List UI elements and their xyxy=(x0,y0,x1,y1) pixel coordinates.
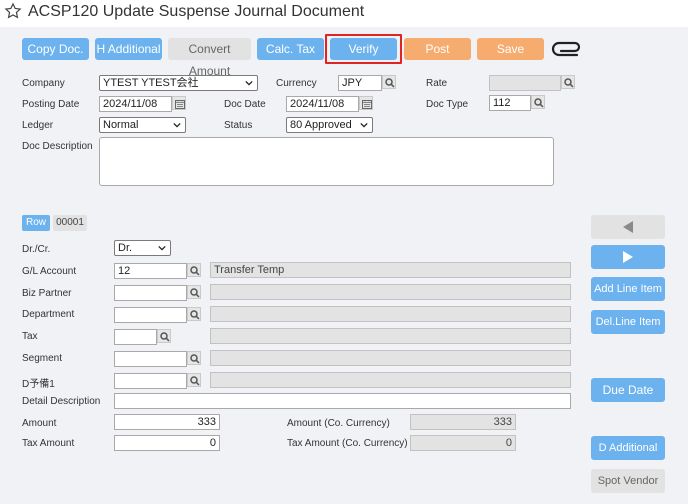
save-button[interactable]: Save xyxy=(477,38,544,60)
segment-search-button[interactable] xyxy=(187,351,201,365)
department-input[interactable] xyxy=(114,307,187,323)
biz-partner-label: Biz Partner xyxy=(22,288,72,299)
previous-line-button[interactable] xyxy=(591,215,665,239)
department-search-button[interactable] xyxy=(187,307,201,321)
tax-input[interactable] xyxy=(114,329,157,345)
search-icon xyxy=(534,98,544,108)
biz-partner-search-button[interactable] xyxy=(187,285,201,299)
calendar-icon xyxy=(362,100,372,109)
currency-search-button[interactable] xyxy=(382,75,396,89)
detail-description-input[interactable] xyxy=(114,393,571,409)
d-reserve-label: D予備1 xyxy=(22,379,55,390)
company-value: YTEST YTEST会社 xyxy=(103,77,199,89)
status-label: Status xyxy=(224,120,253,131)
amount-label: Amount xyxy=(22,418,57,429)
row-number: 00001 xyxy=(53,215,87,231)
chevron-down-icon xyxy=(245,80,253,86)
posting-date-input[interactable]: 2024/11/08 xyxy=(99,96,172,112)
doc-type-search-button[interactable] xyxy=(531,95,545,109)
amount-input[interactable]: 333 xyxy=(114,414,220,430)
drcr-label: Dr./Cr. xyxy=(22,244,51,255)
paperclip-icon[interactable] xyxy=(551,39,583,57)
tax-amount-input[interactable]: 0 xyxy=(114,435,220,451)
calendar-icon xyxy=(175,100,185,109)
d-reserve-name xyxy=(210,372,571,388)
gl-account-search-button[interactable] xyxy=(187,263,201,277)
ledger-value: Normal xyxy=(103,119,139,131)
biz-partner-input[interactable] xyxy=(114,285,187,301)
rate-input[interactable] xyxy=(489,75,561,91)
segment-label: Segment xyxy=(22,353,63,364)
tax-label: Tax xyxy=(22,331,38,342)
search-icon xyxy=(190,288,200,298)
biz-partner-name xyxy=(210,284,571,300)
ledger-label: Ledger xyxy=(22,120,54,131)
chevron-down-icon xyxy=(360,122,368,128)
doc-date-input[interactable]: 2024/11/08 xyxy=(286,96,359,112)
currency-input[interactable]: JPY xyxy=(338,75,382,91)
search-icon xyxy=(190,310,200,320)
due-date-button[interactable]: Due Date xyxy=(591,378,665,402)
verify-highlight xyxy=(325,34,402,64)
star-icon[interactable] xyxy=(4,2,22,20)
triangle-right-icon xyxy=(623,251,633,263)
doc-type-label: Doc Type xyxy=(426,99,469,110)
post-button[interactable]: Post xyxy=(404,38,471,60)
triangle-left-icon xyxy=(623,221,633,233)
tax-search-button[interactable] xyxy=(157,329,171,343)
gl-account-label: G/L Account xyxy=(22,266,77,277)
next-line-button[interactable] xyxy=(591,245,665,269)
search-icon xyxy=(190,354,200,364)
tax-amount-label: Tax Amount xyxy=(22,438,75,449)
segment-input[interactable] xyxy=(114,351,187,367)
chevron-down-icon xyxy=(173,122,181,128)
detail-description-label: Detail Description xyxy=(22,396,101,407)
amount-co-label: Amount (Co. Currency) xyxy=(287,418,390,429)
status-select[interactable]: 80 Approved xyxy=(286,117,373,133)
page-title: ACSP120 Update Suspense Journal Document xyxy=(28,3,365,20)
department-name xyxy=(210,306,571,322)
spot-vendor-button[interactable]: Spot Vendor xyxy=(591,469,665,493)
company-label: Company xyxy=(22,78,65,89)
doc-date-label: Doc Date xyxy=(224,99,266,110)
status-value: 80 Approved xyxy=(290,119,352,131)
posting-date-calendar-button[interactable] xyxy=(172,96,186,110)
search-icon xyxy=(564,78,574,88)
row-tag: Row xyxy=(22,215,50,231)
h-additional-button[interactable]: H Additional xyxy=(95,38,162,60)
copy-doc-button[interactable]: Copy Doc. xyxy=(22,38,89,60)
doc-date-calendar-button[interactable] xyxy=(359,96,373,110)
tax-amount-co-label: Tax Amount (Co. Currency) xyxy=(287,438,408,449)
del-line-item-button[interactable]: Del.Line Item xyxy=(591,310,665,334)
posting-date-label: Posting Date xyxy=(22,99,80,110)
add-line-item-button[interactable]: Add Line Item xyxy=(591,277,665,301)
amount-co-value: 333 xyxy=(410,414,516,430)
search-icon xyxy=(190,266,200,276)
chevron-down-icon xyxy=(158,245,166,251)
doc-type-input[interactable]: 112 xyxy=(489,95,531,111)
currency-label: Currency xyxy=(276,78,317,89)
gl-account-name: Transfer Temp xyxy=(210,262,571,278)
segment-name xyxy=(210,350,571,366)
d-additional-button[interactable]: D Additional xyxy=(591,436,665,460)
d-reserve-input[interactable] xyxy=(114,373,187,389)
ledger-select[interactable]: Normal xyxy=(99,117,186,133)
doc-description-textarea[interactable] xyxy=(99,137,554,186)
company-select[interactable]: YTEST YTEST会社 xyxy=(99,75,258,91)
rate-label: Rate xyxy=(426,78,448,89)
drcr-value: Dr. xyxy=(118,242,133,254)
tax-amount-co-value: 0 xyxy=(410,435,516,451)
department-label: Department xyxy=(22,309,75,320)
calc-tax-button[interactable]: Calc. Tax xyxy=(257,38,324,60)
convert-amount-button[interactable]: Convert Amount xyxy=(168,38,251,78)
tax-name xyxy=(210,328,571,344)
gl-account-input[interactable]: 12 xyxy=(114,263,187,279)
d-reserve-search-button[interactable] xyxy=(187,373,201,387)
drcr-select[interactable]: Dr. xyxy=(114,240,171,256)
rate-search-button[interactable] xyxy=(561,75,575,89)
doc-description-label: Doc Description xyxy=(22,141,93,152)
search-icon xyxy=(385,78,395,88)
search-icon xyxy=(190,376,200,386)
search-icon xyxy=(160,332,170,342)
